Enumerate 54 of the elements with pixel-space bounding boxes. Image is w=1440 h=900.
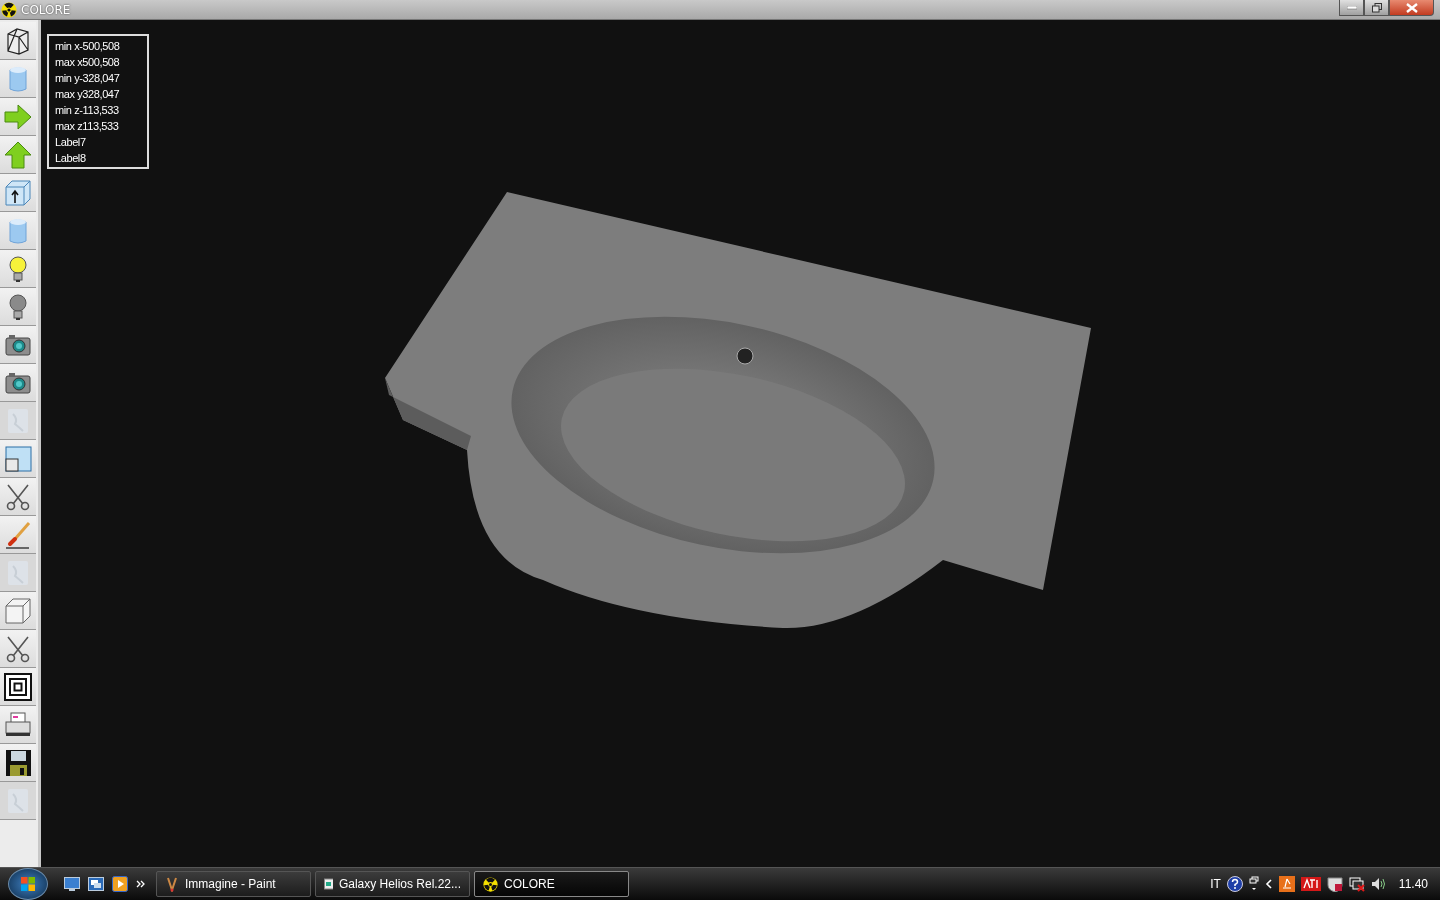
restore-button[interactable] bbox=[1364, 0, 1389, 16]
radiation-icon bbox=[483, 876, 498, 892]
cube-icon bbox=[3, 595, 33, 626]
taskbar-button[interactable]: Immagine - Paint bbox=[156, 871, 311, 897]
minimize-icon bbox=[1346, 5, 1357, 10]
tool-button[interactable] bbox=[0, 174, 36, 212]
tool-button[interactable] bbox=[0, 630, 36, 668]
info-label: Label7 bbox=[55, 135, 87, 150]
ati-icon[interactable] bbox=[1300, 877, 1321, 891]
window-switch-icon[interactable] bbox=[1248, 876, 1259, 892]
tool-button[interactable] bbox=[0, 364, 36, 402]
window-title: COLORE bbox=[21, 2, 71, 17]
close-icon bbox=[1405, 2, 1418, 13]
brush-icon bbox=[3, 519, 33, 550]
chevron-left-icon[interactable] bbox=[1264, 879, 1273, 889]
tool-button[interactable] bbox=[0, 706, 36, 744]
media-player-icon[interactable] bbox=[112, 876, 128, 892]
tray-app-icon[interactable] bbox=[1278, 876, 1295, 892]
minimize-button[interactable] bbox=[1339, 0, 1364, 16]
help-icon[interactable] bbox=[1226, 876, 1243, 892]
window-icon bbox=[3, 443, 33, 474]
right-arrow-icon bbox=[3, 101, 33, 132]
floppy-icon bbox=[3, 747, 33, 778]
tool-button[interactable] bbox=[0, 478, 36, 516]
windows-icon[interactable] bbox=[88, 877, 104, 891]
start-button[interactable] bbox=[8, 868, 48, 900]
info-label: min z-113,533 bbox=[55, 103, 120, 118]
taskbar-button[interactable]: COLORE bbox=[474, 871, 629, 897]
tool-button[interactable] bbox=[0, 668, 36, 706]
info-label: min y-328,047 bbox=[55, 71, 121, 86]
info-label: Label8 bbox=[55, 151, 87, 166]
speaker-icon[interactable] bbox=[1370, 876, 1387, 892]
close-button[interactable] bbox=[1389, 0, 1434, 16]
info-label: max z113,533 bbox=[55, 119, 120, 134]
language-indicator[interactable]: IT bbox=[1210, 877, 1221, 891]
tool-button[interactable] bbox=[0, 326, 36, 364]
info-label: max y328,047 bbox=[55, 87, 121, 102]
up-arrow-icon bbox=[3, 139, 33, 170]
chevron-icon[interactable] bbox=[136, 879, 146, 889]
taskbar-button[interactable]: Galaxy Helios Rel.22... bbox=[315, 871, 470, 897]
app-window-icon bbox=[324, 877, 333, 891]
network-error-icon[interactable] bbox=[1348, 876, 1365, 892]
windows-logo-icon bbox=[20, 876, 36, 892]
concentric-squares-icon bbox=[3, 671, 33, 702]
desktop-icon[interactable] bbox=[64, 877, 80, 891]
restore-icon bbox=[1371, 2, 1382, 13]
radiation-icon bbox=[1, 1, 17, 18]
info-label: min x-500,508 bbox=[55, 39, 121, 54]
clock[interactable]: 11.40 bbox=[1398, 877, 1428, 891]
tool-button[interactable] bbox=[0, 744, 36, 782]
shield-icon[interactable] bbox=[1326, 876, 1343, 892]
tool-button[interactable] bbox=[0, 22, 36, 60]
cube-arrow-icon bbox=[3, 177, 33, 208]
info-label: max x500,508 bbox=[55, 55, 121, 70]
